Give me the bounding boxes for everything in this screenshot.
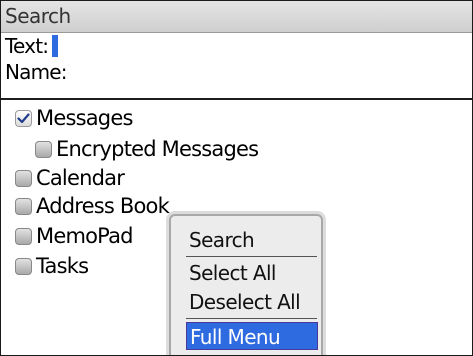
category-address-book[interactable]: Address Book bbox=[15, 193, 170, 219]
name-field[interactable]: Name: bbox=[5, 59, 68, 85]
text-field[interactable]: Text: bbox=[5, 33, 59, 59]
menu-separator bbox=[186, 318, 317, 319]
name-field-label: Name: bbox=[5, 60, 68, 84]
title-bar: Search bbox=[1, 1, 472, 33]
category-label: Tasks bbox=[36, 254, 89, 278]
category-calendar[interactable]: Calendar bbox=[15, 165, 125, 191]
unchecked-checkbox-icon[interactable] bbox=[15, 169, 32, 187]
unchecked-checkbox-icon[interactable] bbox=[15, 257, 32, 275]
category-label: MemoPad bbox=[36, 224, 133, 248]
screen-title: Search bbox=[5, 4, 71, 28]
menu-item-full-menu[interactable]: Full Menu bbox=[186, 322, 318, 350]
search-screen: Search Text: Name: Messages Encrypted Me… bbox=[0, 0, 473, 356]
category-label: Encrypted Messages bbox=[56, 137, 259, 161]
unchecked-checkbox-icon[interactable] bbox=[35, 140, 52, 158]
category-label: Messages bbox=[36, 106, 133, 130]
menu-item-search[interactable]: Search bbox=[186, 226, 318, 254]
category-label: Address Book bbox=[36, 194, 170, 218]
divider bbox=[1, 98, 472, 100]
menu-separator bbox=[186, 256, 317, 257]
category-memopad[interactable]: MemoPad bbox=[15, 223, 133, 249]
text-field-label: Text: bbox=[5, 34, 49, 58]
category-encrypted-messages[interactable]: Encrypted Messages bbox=[35, 136, 259, 162]
unchecked-checkbox-icon[interactable] bbox=[15, 197, 32, 215]
menu-item-select-all[interactable]: Select All bbox=[186, 259, 318, 287]
unchecked-checkbox-icon[interactable] bbox=[15, 227, 32, 245]
text-cursor bbox=[52, 35, 59, 57]
context-menu: Search Select All Deselect All Full Menu bbox=[169, 214, 323, 355]
checked-checkbox-icon[interactable] bbox=[15, 109, 32, 127]
category-tasks[interactable]: Tasks bbox=[15, 253, 89, 279]
category-messages[interactable]: Messages bbox=[15, 105, 133, 131]
category-label: Calendar bbox=[36, 166, 125, 190]
checkmark-icon bbox=[17, 112, 30, 123]
menu-item-deselect-all[interactable]: Deselect All bbox=[186, 288, 318, 316]
